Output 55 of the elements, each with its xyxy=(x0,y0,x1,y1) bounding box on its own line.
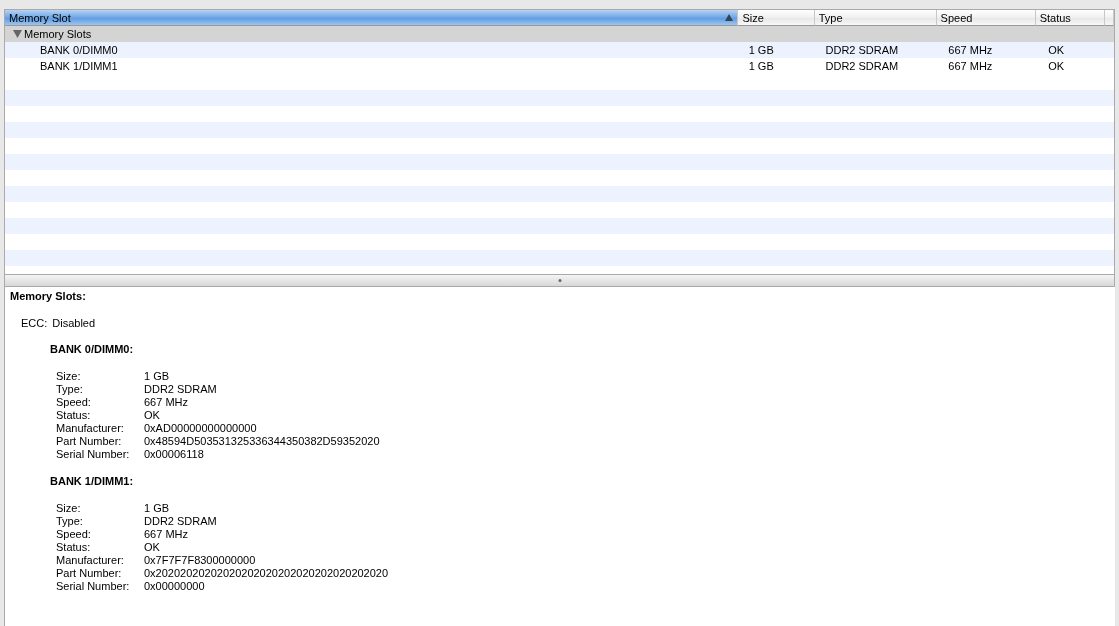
field-value: 667 MHz xyxy=(144,528,190,541)
field-value: 1 GB xyxy=(144,502,171,515)
field-label: Part Number: xyxy=(56,567,123,580)
group-label: Memory Slots xyxy=(24,28,92,40)
field-value: 0x7F7F7F8300000000 xyxy=(144,554,257,567)
field-value: Disabled xyxy=(52,317,96,329)
field-label: ECC: xyxy=(21,317,48,329)
disclosure-triangle-icon[interactable] xyxy=(13,30,22,38)
column-header[interactable]: Memory Slot xyxy=(5,10,739,26)
field-label: Type: xyxy=(56,515,84,528)
field-value: 0x48594D503531325336344350382D59352020 xyxy=(144,435,380,448)
table-cell-text: DDR2 SDRAM xyxy=(824,60,900,72)
table-cell-text: OK xyxy=(1047,60,1066,72)
field-label: Part Number: xyxy=(56,435,123,448)
table-cell-text: BANK 1/DIMM1 xyxy=(39,60,119,72)
field-value: 0x20202020202020202020202020202020202020 xyxy=(144,567,389,580)
column-header[interactable]: Status xyxy=(1035,10,1105,26)
column-header[interactable]: Size xyxy=(738,10,815,26)
field-value: 0xAD00000000000000 xyxy=(144,422,258,435)
field-label: Manufacturer: xyxy=(56,554,125,567)
field-label: Manufacturer: xyxy=(56,422,125,435)
field-label: Speed: xyxy=(56,528,92,541)
group-row[interactable]: Memory Slots xyxy=(5,26,1114,42)
section-title: Memory Slots: xyxy=(10,290,87,302)
field-value: 667 MHz xyxy=(144,396,190,409)
column-header[interactable]: Type xyxy=(814,10,937,26)
field-label: Status: xyxy=(56,541,92,554)
field-label: Size: xyxy=(56,502,82,515)
field-value: 0x00000000 xyxy=(144,580,206,593)
table-cell-text: OK xyxy=(1047,44,1066,56)
field-label: Size: xyxy=(56,370,82,383)
table-cell-text: 1 GB xyxy=(747,44,775,56)
column-header[interactable]: Speed xyxy=(936,10,1036,26)
field-label: Type: xyxy=(56,383,84,396)
grip-icon xyxy=(557,279,562,282)
field-value: OK xyxy=(144,541,161,554)
table-cell-text: BANK 0/DIMM0 xyxy=(39,44,119,56)
field-value: OK xyxy=(144,409,161,422)
bank-title: BANK 1/DIMM1: xyxy=(50,475,135,487)
header-background xyxy=(1105,10,1114,26)
field-label: Speed: xyxy=(56,396,92,409)
field-value: 0x00006118 xyxy=(144,448,205,461)
field-value: DDR2 SDRAM xyxy=(144,383,218,396)
pane-splitter[interactable] xyxy=(4,274,1115,287)
field-label: Serial Number: xyxy=(56,580,131,593)
field-label: Status: xyxy=(56,409,92,422)
table-cell-text: DDR2 SDRAM xyxy=(824,44,900,56)
table-cell-text: 667 MHz xyxy=(947,44,994,56)
field-value: 1 GB xyxy=(144,370,171,383)
table-cell-text: 1 GB xyxy=(747,60,775,72)
field-label: Serial Number: xyxy=(56,448,131,461)
bank-title: BANK 0/DIMM0: xyxy=(50,343,135,355)
table-cell-text: 667 MHz xyxy=(947,60,994,72)
field-value: DDR2 SDRAM xyxy=(144,515,218,528)
sort-arrow-icon xyxy=(725,14,734,21)
